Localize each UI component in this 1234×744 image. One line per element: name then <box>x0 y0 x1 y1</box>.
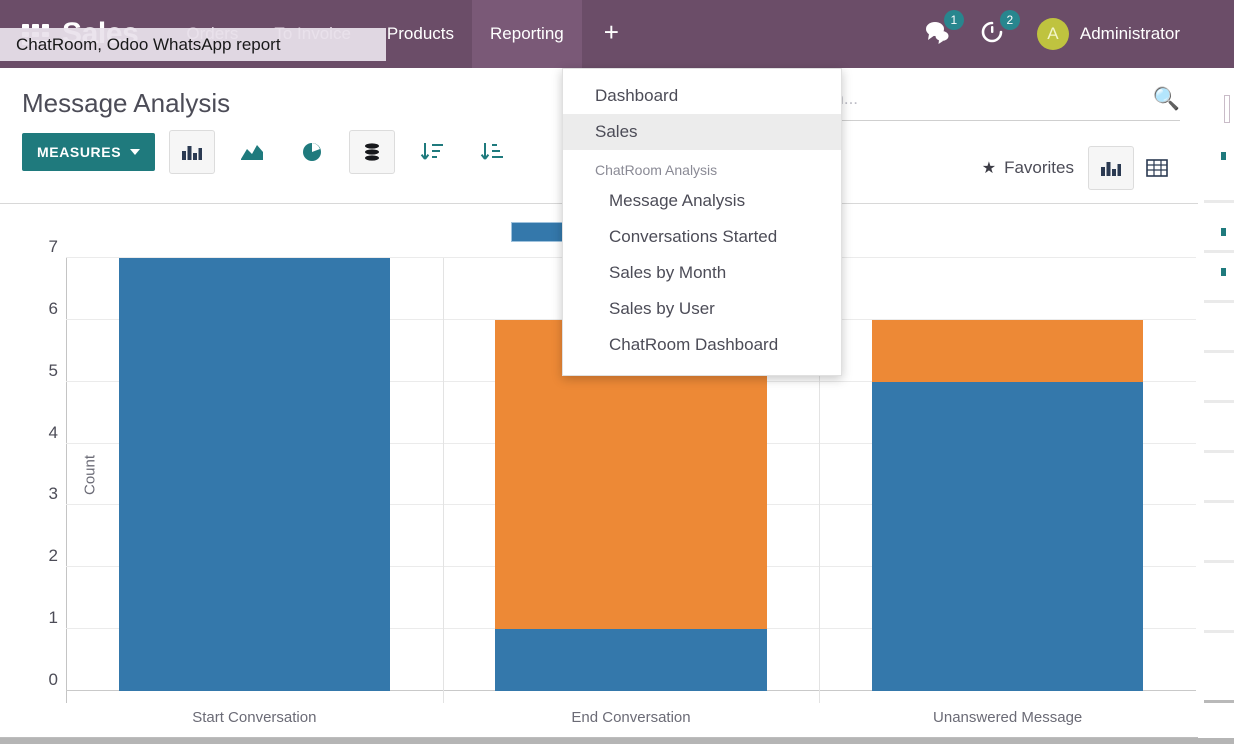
dropdown-item-sales-by-month[interactable]: Sales by Month <box>563 255 841 291</box>
dropdown-item-dashboard[interactable]: Dashboard <box>563 78 841 114</box>
messages-badge: 1 <box>943 9 964 30</box>
view-switcher <box>1088 146 1180 190</box>
sort-descending-icon[interactable] <box>409 130 455 174</box>
graph-toolbar: MEASURES <box>22 130 515 174</box>
x-axis-tick: Start Conversation <box>192 709 317 726</box>
bar-chart-icon[interactable] <box>169 130 216 174</box>
dropdown-item-sales-by-user[interactable]: Sales by User <box>563 291 841 327</box>
dropdown-item-message-analysis[interactable]: Message Analysis <box>563 183 841 219</box>
chevron-down-icon <box>130 149 141 155</box>
right-edge-line <box>1204 300 1234 303</box>
navbar-right-group: 1 2 A Administrator <box>923 9 1198 50</box>
y-axis-line <box>66 258 67 691</box>
measures-button[interactable]: MEASURES <box>22 133 156 171</box>
control-panel-right: ★ Favorites <box>982 146 1180 190</box>
search-bar: 🔍 <box>790 86 1180 121</box>
right-edge-line <box>1204 450 1234 453</box>
right-edge-panel <box>1198 0 1234 744</box>
right-edge-line <box>1204 200 1234 203</box>
search-icon[interactable]: 🔍 <box>1153 86 1180 112</box>
right-edge-dot <box>1221 268 1226 276</box>
right-edge-line <box>1204 700 1234 703</box>
stacked-database-icon[interactable] <box>349 130 396 174</box>
bar-unanswered-message[interactable] <box>872 258 1144 691</box>
y-axis-tick: 1 <box>48 608 58 628</box>
nav-item-reporting[interactable]: Reporting <box>472 0 582 68</box>
y-axis-label: Count <box>81 454 99 495</box>
pivot-view-icon[interactable] <box>1134 146 1180 190</box>
category-separator <box>442 258 444 703</box>
line-chart-icon[interactable] <box>229 130 275 174</box>
username-label[interactable]: Administrator <box>1080 24 1180 44</box>
measures-label: MEASURES <box>37 144 122 160</box>
y-axis-tick: 0 <box>48 670 58 689</box>
y-axis-tick: 2 <box>48 546 58 566</box>
activities-badge: 2 <box>999 9 1020 30</box>
pie-chart-icon[interactable] <box>289 130 335 174</box>
y-axis-tick: 6 <box>48 298 58 318</box>
reporting-dropdown-menu: Dashboard Sales ChatRoom Analysis Message A… <box>562 68 842 376</box>
y-axis-tick: 4 <box>48 422 58 442</box>
search-input[interactable] <box>790 89 1153 109</box>
favorites-dropdown[interactable]: ★ Favorites <box>982 158 1074 178</box>
y-axis-tail <box>66 691 67 703</box>
bar-segment[interactable] <box>495 629 767 691</box>
graph-view-icon[interactable] <box>1088 146 1134 190</box>
page-title: Message Analysis <box>22 88 231 118</box>
dropdown-item-chatroom-analysis: ChatRoom Analysis <box>595 162 718 178</box>
status-tooltip: ChatRoom, Odoo WhatsApp report <box>0 28 386 61</box>
sort-ascending-icon[interactable] <box>469 130 515 174</box>
right-edge-navbar <box>1198 0 1234 68</box>
right-edge-line <box>1204 500 1234 503</box>
bar-segment[interactable] <box>872 381 1144 691</box>
dropdown-item-chatroom-dashboard[interactable]: ChatRoom Dashboard <box>563 327 841 363</box>
dropdown-item-conversations-started[interactable]: Conversations Started <box>563 219 841 255</box>
bar-start-conversation[interactable] <box>118 258 390 691</box>
right-edge-line <box>1204 350 1234 353</box>
favorites-label: Favorites <box>1004 158 1074 177</box>
odoo-sales-reporting-window: Sales Orders To Invoice Products Reporti… <box>0 0 1234 744</box>
right-edge-line <box>1204 250 1234 253</box>
activities-button[interactable]: 2 <box>981 9 1020 49</box>
right-edge-dot <box>1221 228 1226 236</box>
right-edge-card <box>1224 95 1230 123</box>
y-axis-tick: 7 <box>48 237 58 256</box>
avatar[interactable]: A <box>1036 18 1069 50</box>
right-edge-line <box>1204 560 1234 563</box>
x-axis-tick: Unanswered Message <box>933 709 1083 726</box>
y-axis-tick: 5 <box>48 360 58 380</box>
bar-segment[interactable] <box>118 258 390 691</box>
right-edge-line <box>1204 400 1234 403</box>
nav-add-button[interactable]: + <box>582 0 641 68</box>
bar-segment[interactable] <box>872 319 1144 382</box>
x-axis-tick: End Conversation <box>571 709 691 726</box>
y-axis-tick: 3 <box>48 484 58 504</box>
right-edge-dot <box>1221 152 1226 160</box>
star-icon: ★ <box>981 160 997 177</box>
right-edge-line <box>1204 630 1234 633</box>
dropdown-item-sales[interactable]: Sales <box>563 114 841 150</box>
messages-button[interactable]: 1 <box>923 9 964 49</box>
window-bottom-bar <box>0 738 1234 744</box>
